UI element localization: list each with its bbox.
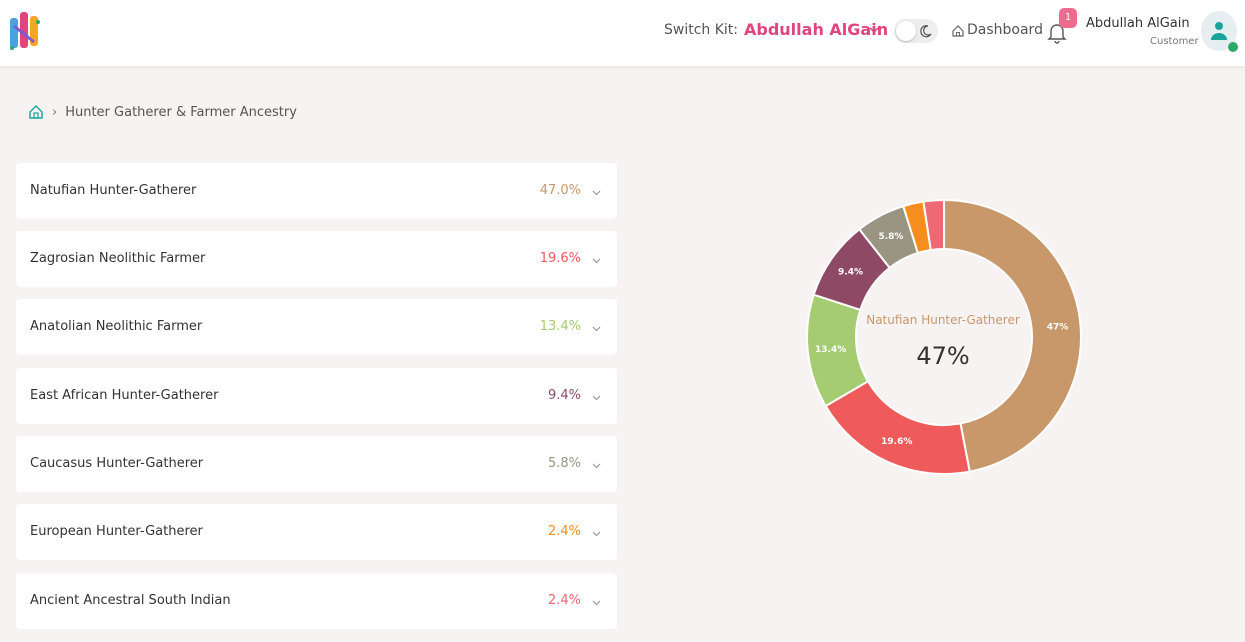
ancestry-name: European Hunter-Gatherer — [30, 524, 203, 539]
chevron-down-icon[interactable] — [592, 188, 601, 197]
list-item[interactable]: Natufian Hunter-Gatherer 47.0% — [16, 163, 617, 219]
moon-icon — [920, 25, 932, 38]
user-name[interactable]: Abdullah AlGain — [1086, 16, 1190, 31]
donut-chart: 47% 19.6% 13.4% 9.4% 5.8% — [806, 198, 1082, 475]
ancestry-name: Caucasus Hunter-Gatherer — [30, 456, 204, 471]
ancestry-name: East African Hunter-Gatherer — [30, 388, 219, 403]
kit-selector[interactable]: Abdullah AlGain — [744, 20, 888, 39]
ancestry-name: Natufian Hunter-Gatherer — [30, 183, 197, 198]
chart-center-label: Natufian Hunter-Gatherer — [866, 313, 1020, 327]
slice-label: 9.4% — [838, 268, 863, 278]
list-item[interactable]: European Hunter-Gatherer 2.4% — [16, 504, 617, 560]
chevron-down-icon[interactable] — [592, 529, 601, 538]
top-bar: Switch Kit: Abdullah AlGain Dashboard 1 … — [0, 0, 1245, 66]
ancestry-percent: 2.4% — [547, 524, 581, 539]
chevron-down-icon[interactable] — [592, 393, 601, 402]
home-icon[interactable] — [28, 104, 44, 120]
home-icon[interactable] — [951, 24, 965, 38]
toggle-knob — [896, 21, 916, 41]
dashboard-link[interactable]: Dashboard — [967, 22, 1043, 38]
ancestry-percent: 19.6% — [539, 251, 581, 266]
chevron-down-icon[interactable] — [868, 24, 880, 36]
user-role: Customer — [1150, 36, 1199, 47]
slice-label: 5.8% — [878, 232, 903, 242]
online-status-dot — [1228, 42, 1238, 52]
ancestry-percent: 13.4% — [539, 319, 581, 334]
chart-center-value: 47% — [916, 342, 970, 370]
ancestry-percent: 47.0% — [539, 183, 581, 198]
notification-badge[interactable]: 1 — [1059, 8, 1077, 28]
slice-label: 47% — [1047, 322, 1069, 332]
list-item[interactable]: Ancient Ancestral South Indian 2.4% — [16, 573, 617, 629]
chevron-down-icon[interactable] — [592, 461, 601, 470]
donut-hole — [857, 250, 1031, 424]
ancestry-name: Ancient Ancestral South Indian — [30, 593, 231, 608]
ancestry-percent: 2.4% — [547, 593, 581, 608]
user-icon — [1211, 22, 1227, 40]
chevron-down-icon[interactable] — [592, 324, 601, 333]
slice-label: 19.6% — [881, 437, 912, 447]
breadcrumb: › Hunter Gatherer & Farmer Ancestry — [28, 103, 297, 121]
slice-label: 13.4% — [815, 345, 846, 355]
ancestry-name: Anatolian Neolithic Farmer — [30, 319, 203, 334]
list-item[interactable]: East African Hunter-Gatherer 9.4% — [16, 368, 617, 424]
list-item[interactable]: Caucasus Hunter-Gatherer 5.8% — [16, 436, 617, 492]
ancestry-name: Zagrosian Neolithic Farmer — [30, 251, 206, 266]
ancestry-percent: 5.8% — [547, 456, 581, 471]
ancestry-percent: 9.4% — [547, 388, 581, 403]
logo[interactable] — [8, 8, 44, 54]
chevron-down-icon[interactable] — [592, 256, 601, 265]
breadcrumb-current: Hunter Gatherer & Farmer Ancestry — [65, 104, 297, 120]
list-item[interactable]: Zagrosian Neolithic Farmer 19.6% — [16, 231, 617, 287]
list-item[interactable]: Anatolian Neolithic Farmer 13.4% — [16, 299, 617, 355]
chevron-down-icon[interactable] — [592, 598, 601, 607]
breadcrumb-separator: › — [52, 104, 58, 120]
switch-kit-label: Switch Kit: — [664, 22, 739, 38]
theme-toggle[interactable] — [894, 19, 938, 43]
